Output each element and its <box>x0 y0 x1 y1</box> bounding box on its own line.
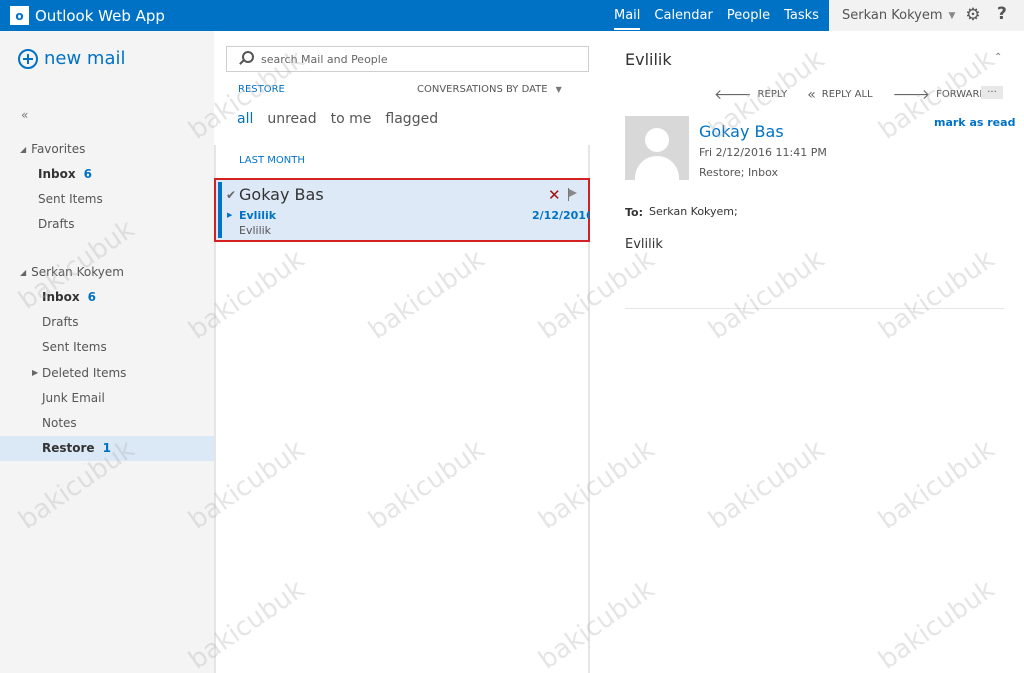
gear-icon[interactable]: ⚙ <box>964 6 982 24</box>
check-icon[interactable]: ✔ <box>226 188 236 202</box>
nav-mail[interactable]: Mail <box>614 8 641 30</box>
forward-label: FORWARD <box>936 89 988 100</box>
folder-drafts-label: Drafts <box>42 315 79 329</box>
reading-subject: Evlilik <box>625 50 672 69</box>
collapse-triangle-icon: ◢ <box>20 267 27 277</box>
unread-count: 1 <box>102 441 111 455</box>
unread-count: 6 <box>83 167 92 181</box>
delete-icon[interactable]: ✕ <box>548 186 561 204</box>
sent-time: Fri 2/12/2016 11:41 PM <box>699 146 827 159</box>
reply-all-label: REPLY ALL <box>821 89 873 100</box>
collapse-up-icon[interactable]: ⌃ <box>994 52 1002 63</box>
message-folders: Restore; Inbox <box>699 166 779 179</box>
selection-bar <box>218 182 222 238</box>
search-input[interactable] <box>261 52 561 66</box>
reading-pane: Evlilik ⌃ 🡐 REPLY « REPLY ALL 🡒 FORWARD … <box>590 31 1024 673</box>
new-mail-button[interactable]: new mail <box>18 48 126 69</box>
message-date: 2/12/2016 <box>532 209 594 222</box>
mailbox-title: Serkan Kokyem <box>31 265 124 279</box>
folder-deleted-items-label: Deleted Items <box>42 366 127 380</box>
expand-triangle-icon[interactable]: ▶ <box>32 368 38 377</box>
outlook-logo-icon: o <box>10 6 29 25</box>
favorites-title: Favorites <box>31 142 86 156</box>
nav-tasks[interactable]: Tasks <box>784 8 819 23</box>
current-folder-title: RESTORE <box>238 84 285 95</box>
filter-flagged[interactable]: flagged <box>385 111 438 127</box>
to-recipients[interactable]: Serkan Kokyem; <box>649 205 738 218</box>
favorite-inbox-label: Inbox <box>38 167 76 181</box>
reply-all-arrow-icon: « <box>807 86 816 103</box>
folder-restore[interactable]: Restore 1 <box>42 441 111 455</box>
app-brand[interactable]: o Outlook Web App <box>10 5 165 26</box>
top-nav: Mail Calendar People Tasks <box>614 0 833 31</box>
divider <box>625 308 1004 309</box>
folder-drafts[interactable]: Drafts <box>42 315 79 329</box>
flag-icon[interactable] <box>568 188 580 201</box>
folder-notes[interactable]: Notes <box>42 416 77 430</box>
new-mail-label: new mail <box>44 48 126 69</box>
avatar <box>625 116 689 180</box>
plus-circle-icon <box>18 48 38 69</box>
folder-inbox-label: Inbox <box>42 290 80 304</box>
collapse-triangle-icon: ◢ <box>20 144 27 154</box>
unread-count: 6 <box>87 290 96 304</box>
reply-button[interactable]: 🡐 REPLY <box>714 86 787 103</box>
more-actions-button[interactable]: ... <box>981 85 1003 99</box>
mailbox-header[interactable]: ◢ Serkan Kokyem <box>20 265 124 279</box>
favorite-sent-items-label: Sent Items <box>38 192 103 206</box>
search-icon[interactable] <box>237 49 257 69</box>
reply-label: REPLY <box>757 89 788 100</box>
filter-unread[interactable]: unread <box>267 111 316 127</box>
message-sender: Gokay Bas <box>239 185 324 204</box>
favorite-sent-items[interactable]: Sent Items <box>38 192 103 206</box>
search-box[interactable] <box>226 46 589 72</box>
folder-junk-email[interactable]: Junk Email <box>42 391 105 405</box>
folder-pane: new mail « ◢ Favorites Inbox 6 Sent Item… <box>0 31 214 673</box>
nav-calendar[interactable]: Calendar <box>654 8 712 23</box>
collapse-pane-button[interactable]: « <box>21 108 28 122</box>
reading-actions: 🡐 REPLY « REPLY ALL 🡒 FORWARD <box>714 86 1007 104</box>
group-header: LAST MONTH <box>239 155 305 166</box>
folder-sent-items-label: Sent Items <box>42 340 107 354</box>
filter-bar: all unread to me flagged <box>237 111 452 127</box>
forward-arrow-icon: 🡒 <box>892 87 931 103</box>
mark-as-read-link[interactable]: mark as read <box>934 116 1015 129</box>
message-subject: Evlilik <box>239 209 277 222</box>
folder-notes-label: Notes <box>42 416 77 430</box>
forward-button[interactable]: 🡒 FORWARD <box>893 86 988 103</box>
folder-junk-email-label: Junk Email <box>42 391 105 405</box>
folder-inbox[interactable]: Inbox 6 <box>42 290 96 304</box>
reply-arrow-icon: 🡐 <box>714 87 752 103</box>
chevron-down-icon: ▼ <box>948 10 956 21</box>
favorite-drafts[interactable]: Drafts <box>38 217 75 231</box>
chevron-down-icon: ▼ <box>555 85 562 94</box>
expand-conversation-icon[interactable]: ▶ <box>227 211 232 219</box>
message-preview: Evlilik <box>239 224 272 237</box>
folder-restore-label: Restore <box>42 441 95 455</box>
favorites-header[interactable]: ◢ Favorites <box>20 142 85 156</box>
sort-dropdown[interactable]: CONVERSATIONS BY DATE ▼ <box>417 84 562 95</box>
nav-people[interactable]: People <box>727 8 770 23</box>
filter-all[interactable]: all <box>237 111 253 127</box>
app-title: Outlook Web App <box>35 6 165 25</box>
reply-all-button[interactable]: « REPLY ALL <box>807 87 872 103</box>
sort-label: CONVERSATIONS BY DATE <box>417 84 548 95</box>
person-icon <box>645 128 669 152</box>
top-bar: o Outlook Web App Mail Calendar People T… <box>0 0 1024 31</box>
user-name: Serkan Kokyem <box>842 8 943 23</box>
message-list-pane: RESTORE CONVERSATIONS BY DATE ▼ all unre… <box>214 31 594 673</box>
person-icon-body <box>635 156 679 180</box>
reading-sender[interactable]: Gokay Bas <box>699 122 784 141</box>
message-row[interactable]: ✔ Gokay Bas ▶ Evlilik 2/12/2016 Evlilik … <box>214 178 594 242</box>
filter-to-me[interactable]: to me <box>331 111 372 127</box>
help-icon[interactable]: ? <box>997 4 1007 24</box>
message-body: Evlilik <box>625 237 663 252</box>
to-label: To: <box>625 206 643 219</box>
user-menu[interactable]: Serkan Kokyem ▼ ⚙ ? <box>829 0 1024 31</box>
folder-sent-items[interactable]: Sent Items <box>42 340 107 354</box>
folder-deleted-items[interactable]: Deleted Items <box>42 366 126 380</box>
favorite-inbox[interactable]: Inbox 6 <box>38 167 92 181</box>
favorite-drafts-label: Drafts <box>38 217 75 231</box>
